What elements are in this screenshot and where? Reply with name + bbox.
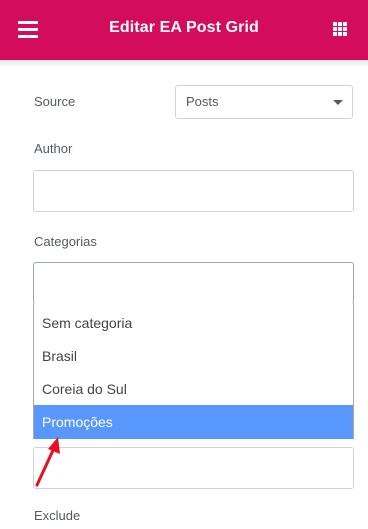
red-arrow-annotation — [35, 437, 60, 487]
